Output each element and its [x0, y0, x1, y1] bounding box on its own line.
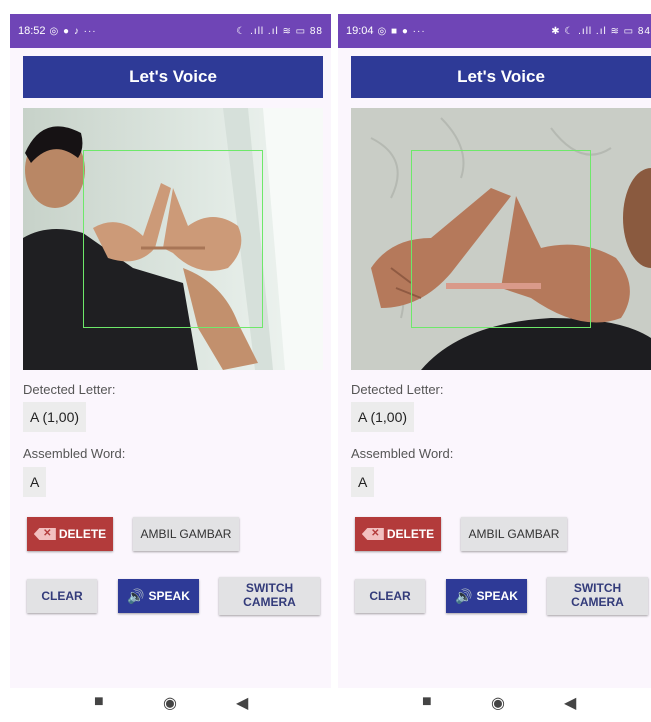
- speaker-icon: 🔊: [455, 587, 473, 604]
- home-circle-icon[interactable]: ◉: [491, 693, 505, 713]
- speaker-icon: 🔊: [127, 587, 145, 604]
- speak-label: SPEAK: [476, 589, 518, 603]
- detected-letter-value: A (1,00): [351, 402, 415, 432]
- speak-button[interactable]: 🔊 SPEAK: [118, 579, 199, 613]
- notification-icons: ◎ ● ♪ ···: [49, 25, 97, 37]
- speak-label: SPEAK: [148, 589, 190, 603]
- ambil-gambar-label: AMBIL GAMBAR: [468, 527, 560, 541]
- clear-button[interactable]: CLEAR: [355, 579, 425, 613]
- system-status-icons: ☾ .ıll .ıl ≋ ▭ 88: [236, 25, 323, 37]
- ambil-gambar-button[interactable]: AMBIL GAMBAR: [461, 517, 567, 551]
- speak-button[interactable]: 🔊 SPEAK: [446, 579, 527, 613]
- status-bar: 18:52 ◎ ● ♪ ··· ☾ .ıll .ıl ≋ ▭ 88: [10, 14, 331, 48]
- notification-icons: ◎ ■ ● ···: [377, 25, 426, 37]
- ambil-gambar-button[interactable]: AMBIL GAMBAR: [133, 517, 239, 551]
- camera-preview: [351, 108, 651, 370]
- home-circle-icon[interactable]: ◉: [163, 693, 177, 713]
- app-title: Let's Voice: [457, 67, 545, 86]
- clear-label: CLEAR: [41, 589, 83, 603]
- detected-letter-label: Detected Letter:: [23, 382, 116, 397]
- phone-screen-right: 19:04 ◎ ■ ● ··· ✱ ☾ .ıll .ıl ≋ ▭ 84 Let'…: [338, 14, 651, 722]
- ambil-gambar-label: AMBIL GAMBAR: [140, 527, 232, 541]
- recents-square-icon[interactable]: ■: [422, 693, 432, 711]
- assembled-word-label: Assembled Word:: [23, 446, 126, 461]
- assembled-word-label: Assembled Word:: [351, 446, 454, 461]
- status-time: 19:04: [346, 25, 374, 37]
- assembled-word-value: A: [351, 467, 375, 497]
- status-time: 18:52: [18, 25, 46, 37]
- app-title-bar: Let's Voice: [351, 56, 651, 98]
- switch-camera-label: SWITCH CAMERA: [243, 581, 296, 609]
- switch-camera-button[interactable]: SWITCH CAMERA: [547, 577, 648, 615]
- status-bar: 19:04 ◎ ■ ● ··· ✱ ☾ .ıll .ıl ≋ ▭ 84: [338, 14, 651, 48]
- detected-letter-value: A (1,00): [23, 402, 87, 432]
- clear-button[interactable]: CLEAR: [27, 579, 97, 613]
- switch-camera-button[interactable]: SWITCH CAMERA: [219, 577, 320, 615]
- clear-label: CLEAR: [369, 589, 411, 603]
- recents-square-icon[interactable]: ■: [94, 693, 104, 711]
- delete-label: DELETE: [386, 527, 435, 541]
- back-triangle-icon[interactable]: ◀: [564, 693, 576, 713]
- delete-button[interactable]: ✕ DELETE: [27, 517, 113, 551]
- detection-bounding-box: [83, 150, 263, 328]
- system-status-icons: ✱ ☾ .ıll .ıl ≋ ▭ 84: [551, 25, 651, 37]
- back-triangle-icon[interactable]: ◀: [236, 693, 248, 713]
- switch-camera-label: SWITCH CAMERA: [571, 581, 624, 609]
- phone-screen-left: 18:52 ◎ ● ♪ ··· ☾ .ıll .ıl ≋ ▭ 88 Let's …: [10, 14, 331, 722]
- camera-preview: [23, 108, 323, 370]
- delete-label: DELETE: [58, 527, 107, 541]
- delete-button[interactable]: ✕ DELETE: [355, 517, 441, 551]
- app-title: Let's Voice: [129, 67, 217, 86]
- backspace-icon: ✕: [361, 528, 384, 540]
- backspace-icon: ✕: [33, 528, 56, 540]
- detected-letter-label: Detected Letter:: [351, 382, 444, 397]
- assembled-word-value: A: [23, 467, 47, 497]
- detection-bounding-box: [411, 150, 591, 328]
- app-title-bar: Let's Voice: [23, 56, 323, 98]
